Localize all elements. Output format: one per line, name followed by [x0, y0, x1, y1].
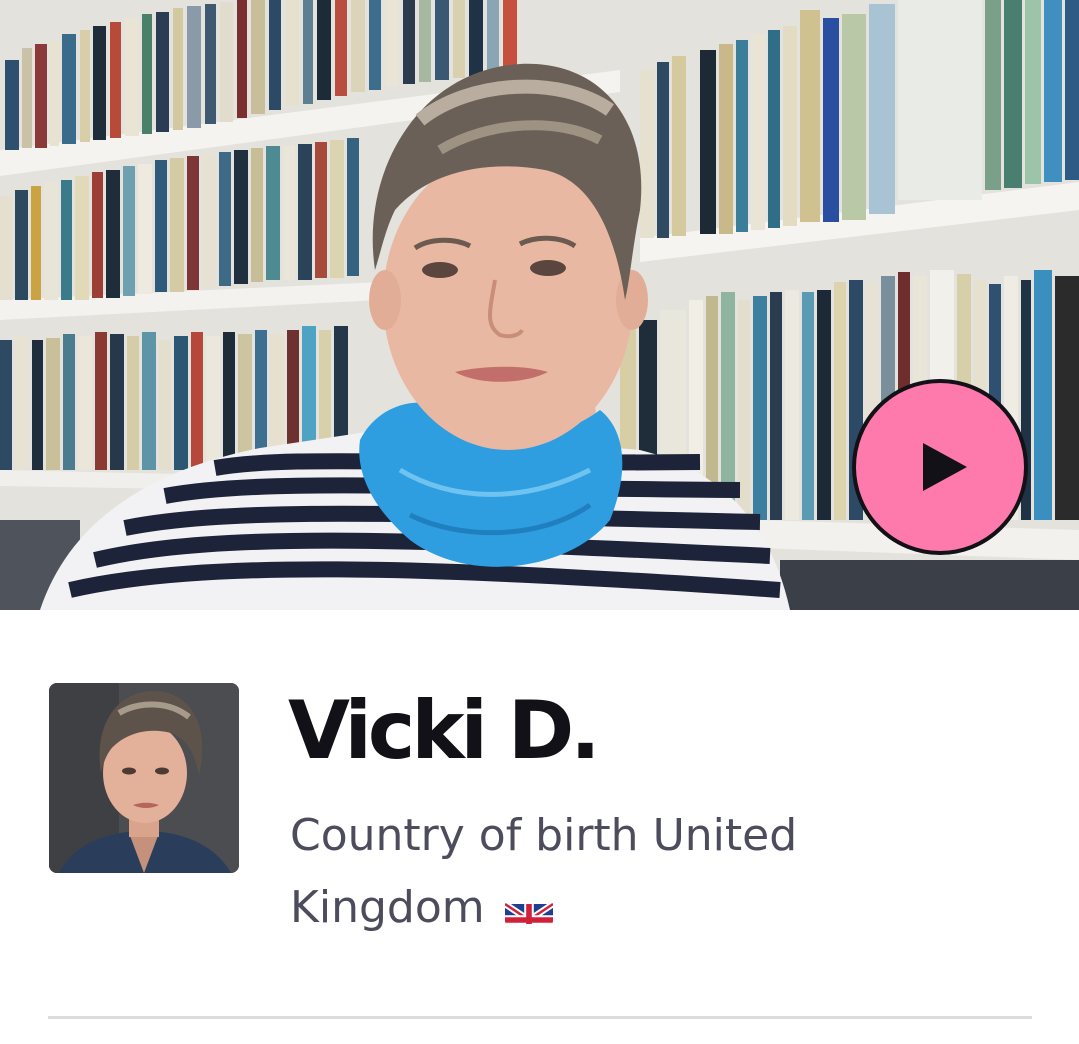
- play-icon: [923, 443, 967, 491]
- play-video-button[interactable]: [852, 379, 1028, 555]
- tutor-profile-card: Vicki D. Country of birth United Kingdom: [0, 0, 1079, 1044]
- country-of-birth: Country of birth United Kingdom: [290, 800, 910, 944]
- tutor-name[interactable]: Vicki D.: [288, 676, 601, 786]
- section-divider: [48, 1016, 1032, 1019]
- avatar-photo: [49, 683, 239, 873]
- uk-flag-icon: [504, 888, 553, 924]
- tutor-avatar[interactable]: [49, 683, 239, 873]
- intro-video-thumbnail[interactable]: [0, 0, 1079, 610]
- country-label: Country of birth: [290, 810, 639, 861]
